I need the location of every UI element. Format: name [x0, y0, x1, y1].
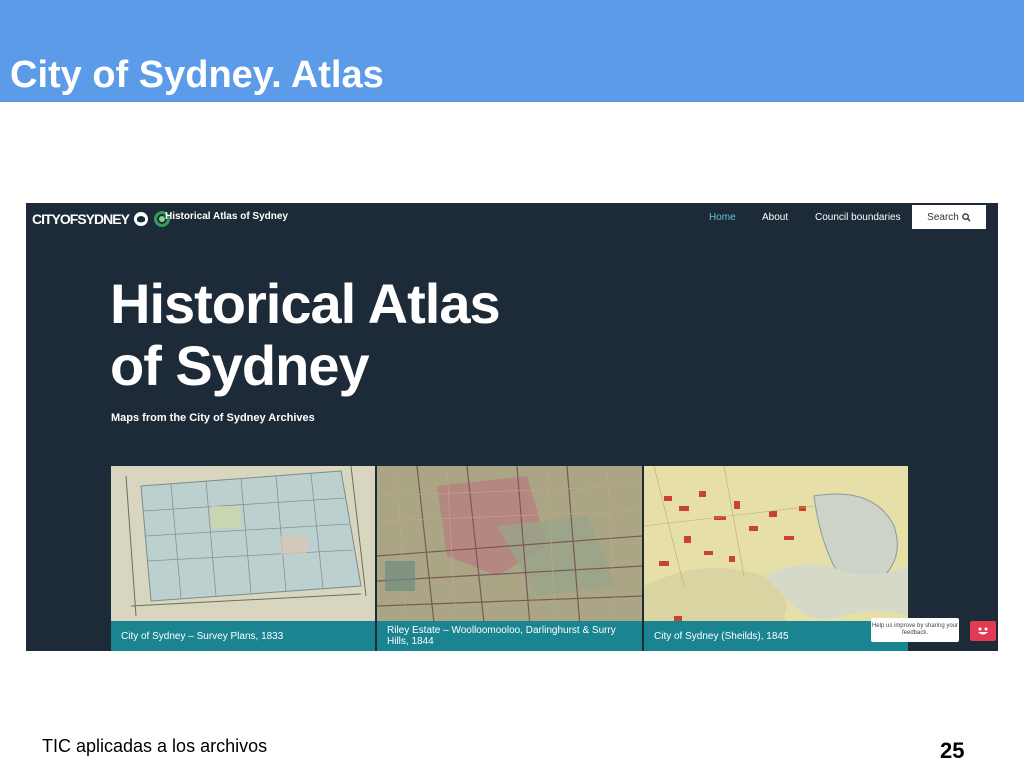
- slide-header: City of Sydney. Atlas: [0, 0, 1024, 102]
- page-number: 25: [940, 738, 965, 763]
- map-caption: Riley Estate – Woolloomooloo, Darlinghur…: [377, 621, 642, 651]
- feedback-icon[interactable]: [970, 621, 996, 641]
- map-caption: City of Sydney – Survey Plans, 1833: [111, 621, 375, 651]
- logo-text: CITYOFSYDNEY: [32, 211, 130, 227]
- hero-title-line-2: of Sydney: [110, 334, 370, 397]
- website-screenshot: CITYOFSYDNEY Historical Atlas of Sydney …: [26, 203, 998, 651]
- hero-subtitle: Maps from the City of Sydney Archives: [111, 412, 315, 424]
- search-icon: [962, 212, 971, 222]
- feedback-tooltip[interactable]: Help us improve by sharing your feedback…: [871, 618, 959, 642]
- hero-title: Historical Atlas of Sydney: [110, 272, 501, 397]
- smiley-face-icon: [978, 627, 988, 635]
- site-navbar: CITYOFSYDNEY Historical Atlas of Sydney …: [26, 203, 998, 233]
- nav-council-boundaries[interactable]: Council boundaries: [815, 212, 901, 223]
- city-of-sydney-logo[interactable]: CITYOFSYDNEY: [32, 209, 171, 229]
- globe-icon: [133, 212, 148, 226]
- search-button[interactable]: Search: [912, 205, 986, 229]
- slide-title: City of Sydney. Atlas: [10, 54, 384, 96]
- nav-about[interactable]: About: [762, 212, 788, 223]
- site-name[interactable]: Historical Atlas of Sydney: [165, 211, 288, 222]
- search-label: Search: [927, 211, 959, 223]
- footer-text: TIC aplicadas a los archivos: [42, 736, 268, 756]
- hero-title-line-1: Historical Atlas: [110, 272, 501, 335]
- map-card-riley-estate-1844[interactable]: Riley Estate – Woolloomooloo, Darlinghur…: [377, 466, 642, 651]
- map-card-survey-plans-1833[interactable]: City of Sydney – Survey Plans, 1833: [111, 466, 375, 651]
- nav-home[interactable]: Home: [709, 212, 736, 223]
- map-card-city-of-sydney-sheilds-1845[interactable]: City of Sydney (Sheilds), 1845: [644, 466, 908, 651]
- map-caption: City of Sydney (Sheilds), 1845: [644, 621, 908, 651]
